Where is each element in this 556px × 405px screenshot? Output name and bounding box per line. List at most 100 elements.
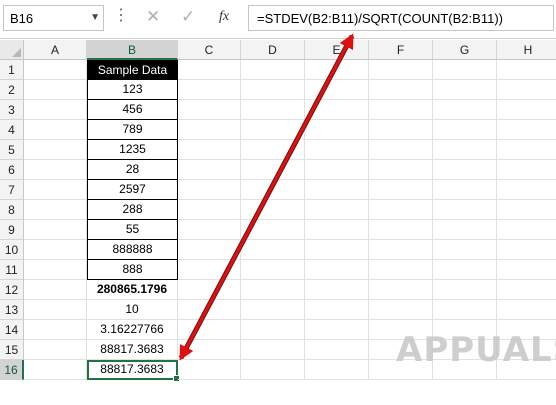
cell-d13[interactable] <box>241 300 305 320</box>
row-header-16[interactable]: 16 <box>0 360 24 380</box>
cell-a7[interactable] <box>24 180 87 200</box>
cell-d4[interactable] <box>241 120 305 140</box>
cell-e11[interactable] <box>305 260 369 280</box>
cell-a8[interactable] <box>24 200 87 220</box>
cell-c14[interactable] <box>178 320 241 340</box>
cell-a5[interactable] <box>24 140 87 160</box>
cell-h10[interactable] <box>497 240 556 260</box>
cell-h5[interactable] <box>497 140 556 160</box>
column-header-h[interactable]: H <box>497 40 556 60</box>
cell-b10[interactable]: 888888 <box>87 240 178 260</box>
cell-e10[interactable] <box>305 240 369 260</box>
cell-b2[interactable]: 123 <box>87 80 178 100</box>
cell-g5[interactable] <box>433 140 497 160</box>
cell-a6[interactable] <box>24 160 87 180</box>
cell-c11[interactable] <box>178 260 241 280</box>
cell-c15[interactable] <box>178 340 241 360</box>
cell-h12[interactable] <box>497 280 556 300</box>
cell-e2[interactable] <box>305 80 369 100</box>
cell-g10[interactable] <box>433 240 497 260</box>
cell-h11[interactable] <box>497 260 556 280</box>
cell-d6[interactable] <box>241 160 305 180</box>
cell-e8[interactable] <box>305 200 369 220</box>
cell-h9[interactable] <box>497 220 556 240</box>
cell-g9[interactable] <box>433 220 497 240</box>
cell-d10[interactable] <box>241 240 305 260</box>
cell-e13[interactable] <box>305 300 369 320</box>
cell-f4[interactable] <box>369 120 433 140</box>
cell-a10[interactable] <box>24 240 87 260</box>
cell-a13[interactable] <box>24 300 87 320</box>
cell-f3[interactable] <box>369 100 433 120</box>
cell-a12[interactable] <box>24 280 87 300</box>
cell-e6[interactable] <box>305 160 369 180</box>
cell-d2[interactable] <box>241 80 305 100</box>
cell-c6[interactable] <box>178 160 241 180</box>
cell-b7[interactable]: 2597 <box>87 180 178 200</box>
cell-h2[interactable] <box>497 80 556 100</box>
cell-e16[interactable] <box>305 360 369 380</box>
cell-a14[interactable] <box>24 320 87 340</box>
cell-a2[interactable] <box>24 80 87 100</box>
cell-g6[interactable] <box>433 160 497 180</box>
cell-e5[interactable] <box>305 140 369 160</box>
chevron-down-icon[interactable]: ▼ <box>90 12 100 23</box>
cell-e12[interactable] <box>305 280 369 300</box>
row-header-12[interactable]: 12 <box>0 280 24 300</box>
cell-c5[interactable] <box>178 140 241 160</box>
cell-g4[interactable] <box>433 120 497 140</box>
cell-e14[interactable] <box>305 320 369 340</box>
cell-f12[interactable] <box>369 280 433 300</box>
cell-h8[interactable] <box>497 200 556 220</box>
cell-d8[interactable] <box>241 200 305 220</box>
cell-a16[interactable] <box>24 360 87 380</box>
fx-icon[interactable]: fx <box>219 9 229 25</box>
column-header-f[interactable]: F <box>369 40 433 60</box>
cell-h7[interactable] <box>497 180 556 200</box>
cell-c3[interactable] <box>178 100 241 120</box>
cell-d15[interactable] <box>241 340 305 360</box>
cell-e15[interactable] <box>305 340 369 360</box>
column-header-g[interactable]: G <box>433 40 497 60</box>
cell-c4[interactable] <box>178 120 241 140</box>
cell-g2[interactable] <box>433 80 497 100</box>
cell-c8[interactable] <box>178 200 241 220</box>
column-header-e[interactable]: E <box>305 40 369 60</box>
cell-g12[interactable] <box>433 280 497 300</box>
name-box[interactable]: B16 ▼ <box>3 5 104 31</box>
cell-h6[interactable] <box>497 160 556 180</box>
cell-f13[interactable] <box>369 300 433 320</box>
cell-g8[interactable] <box>433 200 497 220</box>
more-options-icon[interactable]: ⋮ <box>113 8 129 24</box>
cell-c2[interactable] <box>178 80 241 100</box>
cell-h1[interactable] <box>497 60 556 80</box>
cell-c13[interactable] <box>178 300 241 320</box>
cell-f11[interactable] <box>369 260 433 280</box>
cell-h3[interactable] <box>497 100 556 120</box>
cell-g7[interactable] <box>433 180 497 200</box>
row-header-5[interactable]: 5 <box>0 140 24 160</box>
row-header-3[interactable]: 3 <box>0 100 24 120</box>
cell-c16[interactable] <box>178 360 241 380</box>
cell-g13[interactable] <box>433 300 497 320</box>
cell-b11[interactable]: 888 <box>87 260 178 280</box>
cell-b9[interactable]: 55 <box>87 220 178 240</box>
cell-d12[interactable] <box>241 280 305 300</box>
cell-a11[interactable] <box>24 260 87 280</box>
cell-d7[interactable] <box>241 180 305 200</box>
cell-d14[interactable] <box>241 320 305 340</box>
cell-c1[interactable] <box>178 60 241 80</box>
cell-c7[interactable] <box>178 180 241 200</box>
row-header-11[interactable]: 11 <box>0 260 24 280</box>
cell-e7[interactable] <box>305 180 369 200</box>
cell-f2[interactable] <box>369 80 433 100</box>
row-header-4[interactable]: 4 <box>0 120 24 140</box>
row-header-14[interactable]: 14 <box>0 320 24 340</box>
cell-c12[interactable] <box>178 280 241 300</box>
row-header-6[interactable]: 6 <box>0 160 24 180</box>
row-header-15[interactable]: 15 <box>0 340 24 360</box>
cell-d5[interactable] <box>241 140 305 160</box>
cell-e4[interactable] <box>305 120 369 140</box>
select-all-corner[interactable] <box>0 40 24 60</box>
column-header-d[interactable]: D <box>241 40 305 60</box>
